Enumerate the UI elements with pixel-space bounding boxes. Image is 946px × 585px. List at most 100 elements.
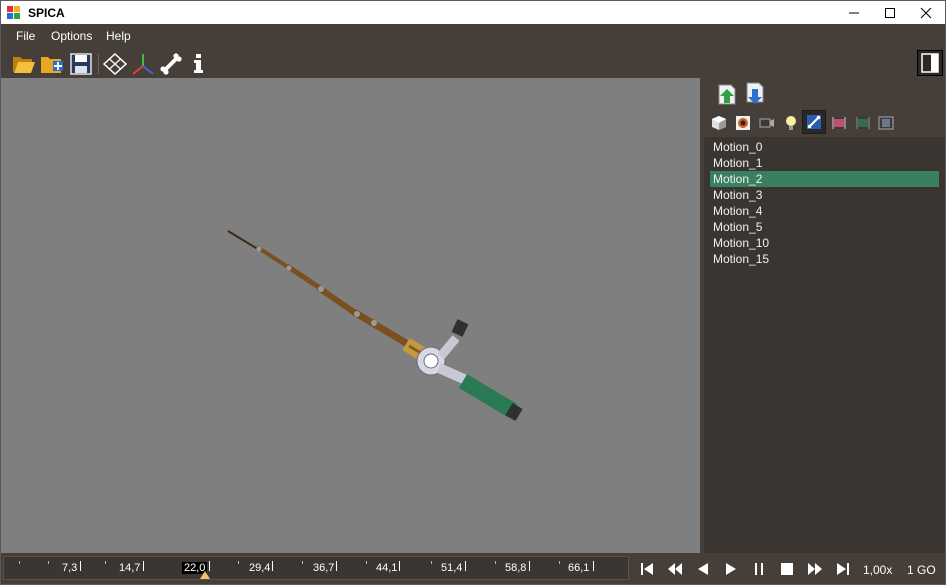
menu-options[interactable]: Options (51, 29, 92, 43)
import-button[interactable] (716, 81, 740, 105)
pause-button[interactable] (749, 560, 769, 578)
stop-button[interactable] (777, 560, 797, 578)
timeline-minor-tick (366, 561, 367, 564)
save-icon (70, 53, 92, 75)
tab-lights[interactable] (780, 112, 802, 134)
info-icon (194, 54, 203, 73)
animation-bar: 7,3 14,7 22,0 29,4 36,7 44,1 51,4 58,8 6… (1, 553, 945, 584)
play-button[interactable] (721, 560, 741, 578)
grid-icon (103, 53, 127, 75)
side-panel-toggle-button[interactable] (917, 50, 943, 76)
film-icon (878, 116, 894, 130)
bone-icon (160, 53, 182, 75)
minimize-button[interactable] (835, 1, 873, 24)
timeline-tick (272, 561, 273, 571)
maximize-icon (885, 7, 895, 18)
tab-models[interactable] (708, 112, 730, 134)
app-window: SPICA File Options Help Motion_0 Motion_… (0, 0, 946, 585)
go-count: 1 GO (907, 563, 936, 577)
timeline-tick-label: 29,4 (249, 562, 271, 574)
play-icon (726, 563, 736, 575)
save-button[interactable] (69, 52, 93, 76)
window-title: SPICA (28, 6, 65, 20)
close-button[interactable] (907, 1, 945, 24)
fast-forward-button[interactable] (805, 560, 825, 578)
timeline-minor-tick (238, 561, 239, 564)
model-viewport[interactable] (1, 78, 700, 553)
timeline-minor-tick (48, 561, 49, 564)
playback-speed[interactable]: 1,00x (863, 563, 892, 577)
rewind-icon (668, 563, 682, 575)
panel-icon (921, 53, 939, 73)
timeline-tick-label: 58,8 (505, 562, 527, 574)
tab-cameras[interactable] (756, 112, 778, 134)
material-animation-icon (832, 117, 846, 129)
playhead-marker-icon[interactable] (200, 571, 210, 579)
timeline-tick-label: 36,7 (313, 562, 335, 574)
menu-file[interactable]: File (16, 29, 35, 43)
tab-visibility-animations[interactable] (852, 112, 874, 134)
list-item[interactable]: Motion_10 (710, 235, 939, 251)
open-folder-icon (13, 57, 35, 73)
list-item[interactable]: Motion_0 (710, 139, 939, 155)
timeline-minor-tick (302, 561, 303, 564)
texture-icon (736, 116, 750, 130)
list-item-selected[interactable]: Motion_2 (710, 171, 939, 187)
app-icon (7, 6, 20, 19)
minimize-icon (849, 12, 859, 13)
timeline-tick-label: 44,1 (376, 562, 398, 574)
skip-start-icon (641, 563, 653, 575)
camera-icon (759, 118, 774, 128)
grid-toggle-button[interactable] (103, 52, 127, 76)
maximize-button[interactable] (871, 1, 909, 24)
motion-list[interactable]: Motion_0 Motion_1 Motion_2 Motion_3 Moti… (704, 137, 945, 553)
skip-to-end-button[interactable] (833, 560, 853, 578)
list-item[interactable]: Motion_3 (710, 187, 939, 203)
fast-forward-icon (808, 563, 822, 575)
menu-help[interactable]: Help (106, 29, 131, 43)
open-button[interactable] (12, 52, 36, 76)
list-item[interactable]: Motion_5 (710, 219, 939, 235)
import-up-icon (718, 84, 736, 105)
skip-end-icon (837, 563, 849, 575)
axis-icon (132, 54, 154, 75)
cube-icon (712, 116, 726, 130)
export-down-icon (746, 82, 764, 104)
timeline-minor-tick (495, 561, 496, 564)
timeline-tick-label: 66,1 (568, 562, 590, 574)
merge-button[interactable] (40, 52, 64, 76)
timeline-tick (529, 561, 530, 571)
stop-icon (781, 563, 793, 575)
timeline-minor-tick (559, 561, 560, 564)
rewind-button[interactable] (665, 560, 685, 578)
timeline-minor-tick (105, 561, 106, 564)
list-item[interactable]: Motion_15 (710, 251, 939, 267)
list-item[interactable]: Motion_1 (710, 155, 939, 171)
timeline-seekbar[interactable]: 7,3 14,7 22,0 29,4 36,7 44,1 51,4 58,8 6… (3, 556, 629, 580)
tab-material-animations[interactable] (828, 112, 850, 134)
timeline-tick (465, 561, 466, 571)
play-backward-button[interactable] (693, 560, 713, 578)
timeline-tick (336, 561, 337, 571)
play-backward-icon (698, 563, 708, 575)
axis-toggle-button[interactable] (131, 52, 155, 76)
tab-camera-animations[interactable] (875, 112, 897, 134)
timeline-tick-label: 14,7 (119, 562, 141, 574)
menu-bar: File Options Help (1, 24, 945, 48)
toolbar (1, 48, 945, 78)
timeline-tick (209, 561, 210, 571)
timeline-tick (399, 561, 400, 571)
list-item[interactable]: Motion_4 (710, 203, 939, 219)
tab-textures[interactable] (732, 112, 754, 134)
info-button[interactable] (187, 52, 211, 76)
timeline-tick (143, 561, 144, 571)
folder-add-icon (41, 57, 63, 73)
tab-skeletal-animations[interactable] (802, 110, 826, 134)
skeleton-toggle-button[interactable] (159, 52, 183, 76)
export-button[interactable] (744, 81, 768, 105)
timeline-tick (80, 561, 81, 571)
skip-to-start-button[interactable] (637, 560, 657, 578)
fishing-rod-model (227, 230, 523, 422)
title-bar: SPICA (1, 1, 945, 24)
timeline-tick (593, 561, 594, 571)
